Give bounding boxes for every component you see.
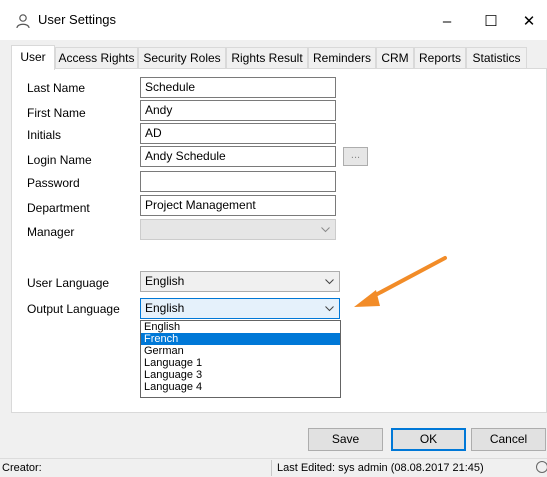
tab-strip: User Access Rights Security Roles Rights… [11, 45, 547, 70]
dropdown-option-language-3[interactable]: Language 3 [141, 369, 340, 381]
login-name-field[interactable]: Andy Schedule [140, 146, 336, 167]
password-field[interactable] [140, 171, 336, 192]
user-settings-window: User Settings – ☐ ✕ User Access Rights S… [0, 0, 547, 477]
login-name-label: Login Name [27, 153, 92, 167]
status-bar: Creator: Last Edited: sys admin (08.08.2… [0, 458, 547, 477]
dropdown-option-french[interactable]: French [141, 333, 340, 345]
last-name-label: Last Name [27, 81, 86, 95]
login-browse-button[interactable]: ... [343, 147, 368, 166]
output-language-select[interactable]: English [140, 298, 340, 319]
ok-button[interactable]: OK [391, 428, 466, 451]
department-label: Department [27, 201, 90, 215]
first-name-label: First Name [27, 106, 86, 120]
tab-user[interactable]: User [11, 45, 55, 70]
minimize-icon: – [442, 12, 452, 30]
maximize-button[interactable]: ☐ [473, 4, 509, 38]
status-divider [271, 460, 272, 476]
save-button[interactable]: Save [308, 428, 383, 451]
output-language-dropdown: English French German Language 1 Languag… [140, 320, 341, 398]
password-label: Password [27, 176, 80, 190]
tab-security-roles[interactable]: Security Roles [138, 47, 226, 68]
manager-label: Manager [27, 225, 75, 239]
chevron-down-icon [319, 220, 331, 239]
first-name-field[interactable]: Andy [140, 100, 336, 121]
tab-reports[interactable]: Reports [414, 47, 466, 68]
department-field[interactable]: Project Management [140, 195, 336, 216]
output-language-value: English [145, 301, 185, 315]
dropdown-option-german[interactable]: German [141, 345, 340, 357]
initials-label: Initials [27, 128, 62, 142]
minimize-button[interactable]: – [429, 4, 465, 38]
title-bar: User Settings – ☐ ✕ [0, 0, 547, 40]
tab-crm[interactable]: CRM [376, 47, 414, 68]
info-icon [536, 461, 547, 473]
chevron-down-icon [323, 299, 335, 318]
tab-statistics[interactable]: Statistics [466, 47, 527, 68]
output-language-label: Output Language [27, 302, 120, 316]
user-language-value: English [145, 274, 185, 288]
initials-field[interactable]: AD [140, 123, 336, 144]
tab-rights-result[interactable]: Rights Result [226, 47, 308, 68]
user-language-select[interactable]: English [140, 271, 340, 292]
manager-select[interactable] [140, 219, 336, 240]
tab-reminders[interactable]: Reminders [308, 47, 376, 68]
dropdown-option-language-4[interactable]: Language 4 [141, 381, 340, 393]
chevron-down-icon [323, 272, 335, 291]
dropdown-option-language-1[interactable]: Language 1 [141, 357, 340, 369]
annotation-arrow-icon [354, 256, 447, 307]
close-icon: ✕ [522, 13, 536, 30]
user-language-label: User Language [27, 276, 110, 290]
creator-label: Creator: [2, 462, 42, 474]
tab-access-rights[interactable]: Access Rights [55, 47, 138, 68]
user-icon [15, 13, 31, 29]
maximize-icon: ☐ [484, 13, 498, 30]
cancel-button[interactable]: Cancel [471, 428, 546, 451]
window-title: User Settings [38, 12, 117, 27]
dropdown-option-english[interactable]: English [141, 321, 340, 333]
close-button[interactable]: ✕ [511, 4, 547, 38]
last-name-field[interactable]: Schedule [140, 77, 336, 98]
last-edited-label: Last Edited: sys admin (08.08.2017 21:45… [277, 462, 484, 474]
